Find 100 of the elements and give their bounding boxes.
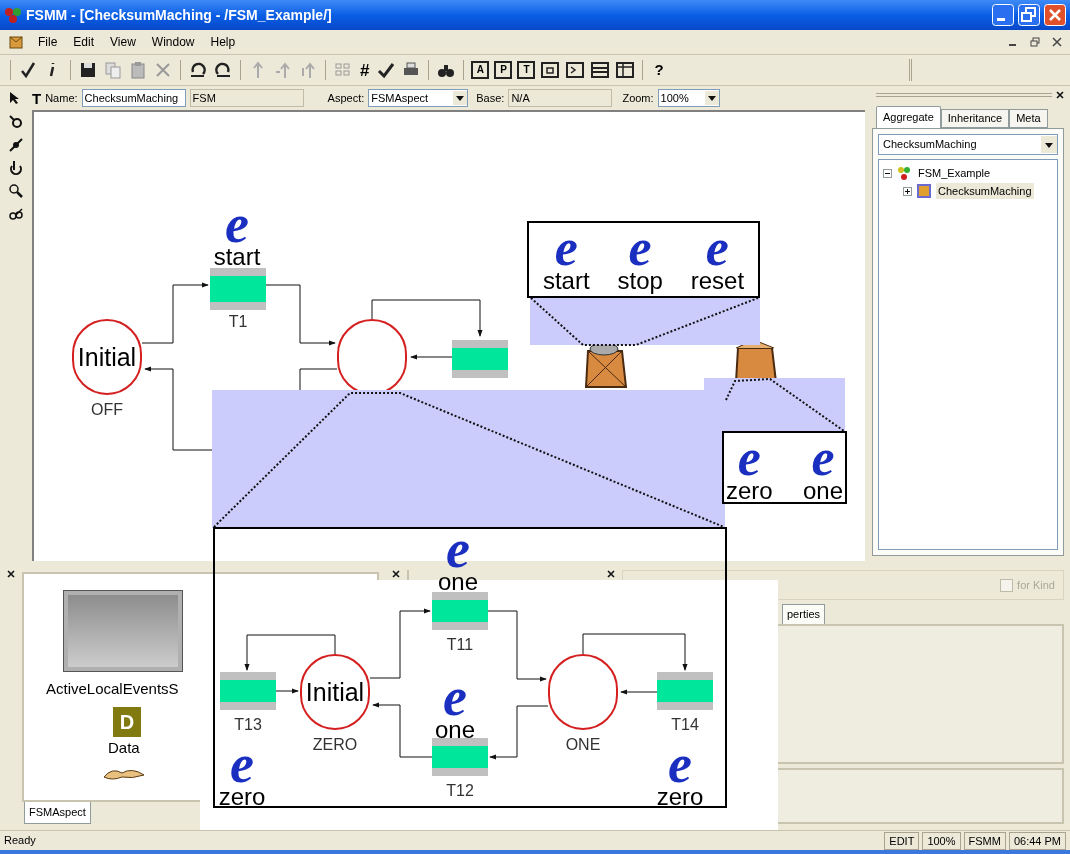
restore-button[interactable]: [1018, 4, 1040, 26]
zoom-dropdown[interactable]: 100%: [657, 89, 720, 107]
connector-arrow: [372, 702, 433, 758]
menu-item[interactable]: View: [108, 33, 138, 51]
view-button[interactable]: A: [471, 61, 490, 79]
state-text: Initial: [77, 344, 137, 370]
data-icon[interactable]: D: [113, 706, 141, 737]
event-icon: e: [668, 743, 692, 785]
transition-bar: [432, 738, 488, 776]
event-icon: e: [554, 227, 578, 269]
status-pane: 100%: [922, 831, 961, 850]
set-icon[interactable]: [63, 590, 183, 672]
status-pane: 06:44 PM: [1008, 831, 1066, 850]
event-name: one: [434, 718, 475, 742]
transition-bar: [210, 268, 266, 310]
transition-bar: [452, 340, 508, 378]
event-name: zero: [656, 785, 704, 809]
event-icon: e: [225, 203, 249, 245]
state-text: Initial: [305, 679, 365, 705]
connector-arrow: [274, 688, 299, 694]
check-icon[interactable]: [376, 60, 397, 80]
status-pane: EDIT: [884, 831, 920, 850]
status-message: Ready: [4, 833, 37, 849]
menu-item[interactable]: Edit: [71, 33, 97, 51]
help-button[interactable]: ?: [650, 58, 668, 82]
expander-icon[interactable]: [883, 168, 892, 178]
close-button[interactable]: [1052, 37, 1062, 47]
transition-label: T12: [445, 783, 475, 799]
text-tool-button[interactable]: T: [32, 90, 42, 106]
pointer-icon[interactable]: [8, 91, 20, 105]
transition-label: T1: [227, 314, 249, 330]
transition-label: T14: [670, 717, 700, 733]
menu-item[interactable]: Window: [149, 33, 197, 51]
menu-item[interactable]: Help: [208, 33, 238, 51]
close-icon[interactable]: [607, 570, 615, 578]
close-icon[interactable]: [1056, 91, 1064, 99]
minimize-button[interactable]: [992, 4, 1014, 26]
kind-field: FSM: [189, 89, 304, 107]
event-name: start: [213, 245, 261, 269]
event-icon: e: [443, 676, 467, 718]
save-icon[interactable]: [78, 60, 98, 80]
panel-tab[interactable]: Meta: [1009, 109, 1048, 128]
event-icon: e: [230, 743, 254, 785]
event-name: one: [437, 570, 478, 594]
grid-button[interactable]: #: [358, 61, 372, 79]
filter-value: ChecksumMaching: [883, 137, 977, 153]
name-label: Name:: [45, 90, 78, 106]
app-logo-icon: [4, 6, 22, 24]
tree-item[interactable]: FSM_Example: [916, 164, 993, 182]
connector-arrow: [486, 610, 547, 682]
state-label: ONE: [564, 737, 602, 753]
view-button[interactable]: P: [494, 61, 513, 79]
transition-bar: [220, 672, 276, 710]
restore-button[interactable]: [1030, 37, 1040, 47]
search-icon[interactable]: [8, 183, 24, 199]
list-icon[interactable]: [590, 60, 611, 80]
view-button[interactable]: T: [517, 61, 536, 79]
event-icon: e: [811, 437, 835, 479]
glasses-icon[interactable]: [8, 206, 24, 222]
panel-tab[interactable]: Aggregate: [876, 106, 941, 128]
event-name: start: [542, 269, 590, 293]
close-icon[interactable]: [392, 570, 400, 578]
zoom-value: 100%: [660, 90, 689, 106]
panel-tab[interactable]: FSMAspect: [24, 802, 91, 824]
panel-tab[interactable]: Inheritance: [940, 109, 1010, 128]
checkbox-label: for Kind: [1017, 577, 1055, 593]
panel-icon[interactable]: [540, 60, 561, 80]
name-field[interactable]: ChecksumMaching: [81, 89, 186, 107]
columns-icon[interactable]: [615, 60, 636, 80]
connector-arrow: [410, 354, 453, 360]
undo-icon[interactable]: [188, 60, 208, 80]
aspect-dropdown[interactable]: FSMAspect: [368, 89, 469, 107]
redo-icon[interactable]: [213, 60, 233, 80]
tree-item[interactable]: ChecksumMaching: [936, 182, 1034, 200]
event-name: one: [802, 479, 843, 503]
menu-item[interactable]: File: [36, 33, 60, 51]
state-label: OFF: [90, 402, 124, 418]
connector-arrow: [620, 689, 658, 695]
event-name: reset: [690, 269, 745, 293]
window-title: FSMM - [ChecksumMaching - /FSM_Example/]: [26, 5, 333, 25]
filter-dropdown[interactable]: ChecksumMaching: [878, 134, 1058, 155]
panel-tab[interactable]: perties: [782, 604, 826, 624]
folder-icon: [916, 183, 932, 199]
part-label[interactable]: ActiveLocalEventsS: [46, 678, 179, 701]
connector-arrow: [489, 705, 549, 760]
transition-bar: [657, 672, 713, 710]
event-name: zero: [726, 479, 773, 503]
event-icon: e: [705, 227, 729, 269]
expander-icon[interactable]: [903, 186, 912, 196]
part-label[interactable]: Data: [108, 736, 140, 759]
close-icon[interactable]: [7, 570, 15, 578]
transition-label: T11: [445, 637, 475, 653]
event-name: stop: [617, 269, 663, 293]
event-icon: e: [446, 528, 470, 570]
model-icon: [896, 165, 912, 181]
base-field: N/A: [508, 89, 613, 107]
console-icon[interactable]: [565, 60, 586, 80]
transition-bar: [432, 592, 488, 630]
connect-icon[interactable]: [8, 137, 24, 153]
check-icon[interactable]: [18, 60, 38, 80]
